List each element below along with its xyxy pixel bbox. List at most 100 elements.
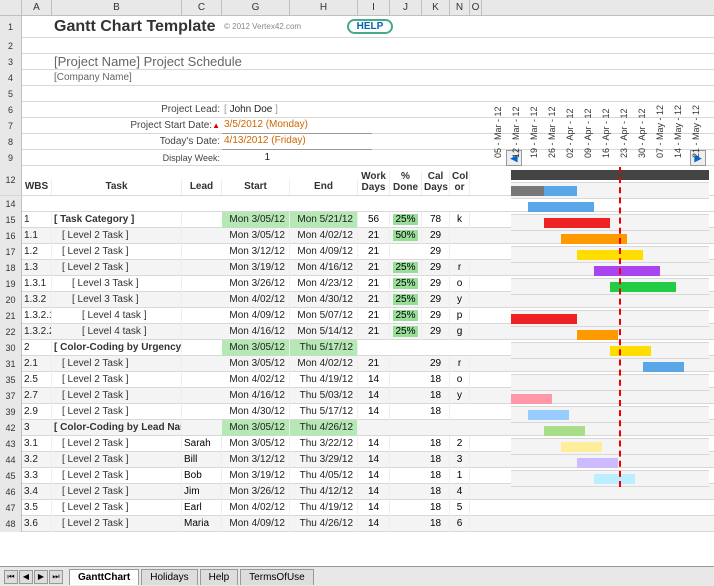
col-K[interactable]: K — [422, 0, 450, 15]
workdays-cell[interactable]: 14 — [358, 452, 390, 468]
caldays-cell[interactable]: 18 — [422, 500, 450, 516]
workdays-cell[interactable]: 21 — [358, 324, 390, 340]
start-cell[interactable]: Mon 3/12/12 — [222, 452, 290, 468]
start-cell[interactable]: Mon 3/05/12 — [222, 420, 290, 436]
wbs-cell[interactable]: 2.7 — [22, 388, 52, 404]
start-cell[interactable]: Mon 4/02/12 — [222, 500, 290, 516]
wbs-cell[interactable]: 3.2 — [22, 452, 52, 468]
pctdone-cell[interactable]: 25% — [390, 308, 422, 324]
color-cell[interactable]: 5 — [450, 500, 470, 516]
lead-cell[interactable]: Sarah — [182, 436, 222, 452]
caldays-cell[interactable]: 18 — [422, 388, 450, 404]
end-cell[interactable]: Thu 4/19/12 — [290, 500, 358, 516]
col-A[interactable]: A — [22, 0, 52, 15]
workdays-cell[interactable]: 21 — [358, 244, 390, 260]
start-cell[interactable]: Mon 3/26/12 — [222, 276, 290, 292]
workdays-cell[interactable]: 21 — [358, 308, 390, 324]
caldays-cell[interactable]: 29 — [422, 292, 450, 308]
lead-cell[interactable]: Bill — [182, 452, 222, 468]
lead-cell[interactable]: Jim — [182, 484, 222, 500]
color-cell[interactable]: 1 — [450, 468, 470, 484]
caldays-cell[interactable]: 29 — [422, 260, 450, 276]
wbs-cell[interactable]: 3 — [22, 420, 52, 436]
wbs-cell[interactable]: 2.1 — [22, 356, 52, 372]
start-cell[interactable]: Mon 3/19/12 — [222, 468, 290, 484]
start-cell[interactable]: Mon 4/02/12 — [222, 292, 290, 308]
start-cell[interactable]: Mon 3/05/12 — [222, 340, 290, 356]
caldays-cell[interactable]: 18 — [422, 516, 450, 532]
col-J[interactable]: J — [390, 0, 422, 15]
start-cell[interactable]: Mon 4/09/12 — [222, 308, 290, 324]
start-cell[interactable]: Mon 3/12/12 — [222, 244, 290, 260]
task-name-cell[interactable]: [ Level 4 task ] — [52, 324, 182, 340]
caldays-cell[interactable]: 18 — [422, 484, 450, 500]
caldays-cell[interactable]: 29 — [422, 356, 450, 372]
lead-value[interactable]: [ John Doe ] — [222, 102, 372, 118]
color-cell[interactable]: 3 — [450, 452, 470, 468]
color-cell[interactable]: r — [450, 356, 470, 372]
sheet-nav-next[interactable]: ▶ — [34, 570, 48, 584]
wbs-cell[interactable]: 1.3.2.2 — [22, 324, 52, 340]
col-H[interactable]: H — [290, 0, 358, 15]
lead-cell[interactable]: Maria — [182, 516, 222, 532]
sheet-tab-termsofuse[interactable]: TermsOfUse — [240, 569, 314, 585]
sheet-nav-first[interactable]: ⏮ — [4, 570, 18, 584]
start-cell[interactable]: Mon 4/09/12 — [222, 516, 290, 532]
workdays-cell[interactable]: 14 — [358, 372, 390, 388]
task-name-cell[interactable]: [ Level 2 Task ] — [52, 388, 182, 404]
caldays-cell[interactable]: 29 — [422, 308, 450, 324]
col-G[interactable]: G — [222, 0, 290, 15]
pctdone-cell[interactable]: 50% — [390, 228, 422, 244]
end-cell[interactable]: Thu 5/17/12 — [290, 340, 358, 356]
sheet-nav-last[interactable]: ⏭ — [49, 570, 63, 584]
caldays-cell[interactable]: 18 — [422, 372, 450, 388]
color-cell[interactable]: k — [450, 212, 470, 228]
color-cell[interactable]: 2 — [450, 436, 470, 452]
workdays-cell[interactable]: 14 — [358, 436, 390, 452]
workdays-cell[interactable]: 14 — [358, 484, 390, 500]
caldays-cell[interactable]: 29 — [422, 324, 450, 340]
start-date-value[interactable]: 3/5/2012 (Monday) — [222, 117, 372, 134]
wbs-cell[interactable]: 1.3 — [22, 260, 52, 276]
caldays-cell[interactable]: 18 — [422, 436, 450, 452]
color-cell[interactable]: o — [450, 372, 470, 388]
end-cell[interactable]: Thu 3/29/12 — [290, 452, 358, 468]
color-cell[interactable]: r — [450, 260, 470, 276]
pctdone-cell[interactable]: 25% — [390, 324, 422, 340]
start-cell[interactable]: Mon 4/16/12 — [222, 388, 290, 404]
end-cell[interactable]: Thu 4/05/12 — [290, 468, 358, 484]
task-name-cell[interactable]: [ Level 2 Task ] — [52, 436, 182, 452]
end-cell[interactable]: Thu 5/17/12 — [290, 404, 358, 420]
wbs-cell[interactable]: 3.3 — [22, 468, 52, 484]
wbs-cell[interactable]: 3.5 — [22, 500, 52, 516]
task-name-cell[interactable]: [ Level 3 Task ] — [52, 292, 182, 308]
workdays-cell[interactable]: 21 — [358, 356, 390, 372]
caldays-cell[interactable]: 18 — [422, 468, 450, 484]
end-cell[interactable]: Thu 4/26/12 — [290, 420, 358, 436]
end-cell[interactable]: Mon 4/09/12 — [290, 244, 358, 260]
caldays-cell[interactable]: 78 — [422, 212, 450, 228]
col-O[interactable]: O — [470, 0, 482, 15]
color-cell[interactable]: 4 — [450, 484, 470, 500]
end-cell[interactable]: Mon 4/30/12 — [290, 292, 358, 308]
wbs-cell[interactable]: 3.1 — [22, 436, 52, 452]
wbs-cell[interactable]: 2.5 — [22, 372, 52, 388]
end-cell[interactable]: Mon 4/02/12 — [290, 356, 358, 372]
start-cell[interactable]: Mon 4/02/12 — [222, 372, 290, 388]
task-name-cell[interactable]: [ Level 2 Task ] — [52, 404, 182, 420]
end-cell[interactable]: Thu 5/03/12 — [290, 388, 358, 404]
wbs-cell[interactable]: 1.1 — [22, 228, 52, 244]
end-cell[interactable]: Mon 4/02/12 — [290, 228, 358, 244]
workdays-cell[interactable]: 21 — [358, 260, 390, 276]
task-name-cell[interactable]: [ Color-Coding by Urgency ] — [52, 340, 182, 356]
end-cell[interactable]: Thu 4/19/12 — [290, 372, 358, 388]
lead-cell[interactable]: Bob — [182, 468, 222, 484]
row-1[interactable]: 1 — [0, 16, 22, 38]
sheet-tab-ganttchart[interactable]: GanttChart — [69, 569, 139, 585]
workdays-cell[interactable]: 14 — [358, 500, 390, 516]
workdays-cell[interactable]: 14 — [358, 516, 390, 532]
pctdone-cell[interactable]: 25% — [390, 212, 422, 228]
end-cell[interactable]: Thu 3/22/12 — [290, 436, 358, 452]
end-cell[interactable]: Mon 4/23/12 — [290, 276, 358, 292]
task-name-cell[interactable]: [ Task Category ] — [52, 212, 182, 228]
